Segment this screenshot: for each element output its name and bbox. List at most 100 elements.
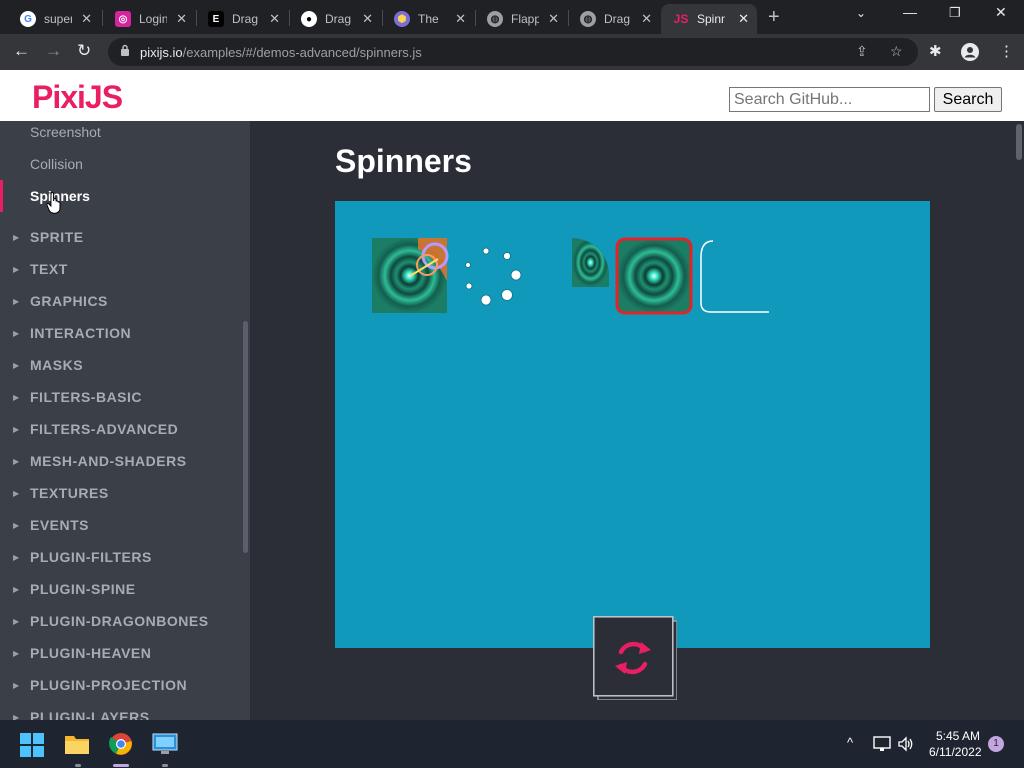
tab-title: Login <box>139 12 167 26</box>
caret-right-icon: ▶ <box>13 456 20 466</box>
reload-example-button[interactable] <box>593 616 677 700</box>
close-icon[interactable]: ✕ <box>269 11 280 27</box>
volume-icon[interactable] <box>897 736 915 752</box>
spinners-canvas[interactable] <box>335 201 930 648</box>
extensions-icon[interactable]: ✱ <box>929 42 942 60</box>
sidebar-category-sprite[interactable]: ▶ SPRITE <box>0 221 240 253</box>
network-icon[interactable] <box>873 736 891 752</box>
sidebar-item-collision[interactable]: Collision <box>30 156 83 172</box>
chrome-icon[interactable] <box>109 732 133 756</box>
search-button[interactable]: Search <box>934 87 1002 112</box>
forward-arrow-icon[interactable]: → <box>45 41 62 61</box>
globe-icon: ◍ <box>487 11 503 27</box>
share-icon[interactable]: ⇪ <box>856 43 868 60</box>
sidebar-category-events[interactable]: ▶ EVENTS <box>0 509 240 541</box>
caret-right-icon: ▶ <box>13 520 20 530</box>
close-icon[interactable]: ✕ <box>548 11 559 27</box>
tab-title: Drag <box>232 12 259 26</box>
browser-tab[interactable]: E Drag ✕ <box>196 4 288 34</box>
close-icon[interactable]: ✕ <box>176 11 187 27</box>
sidebar-category-plugin-heaven[interactable]: ▶ PLUGIN-HEAVEN <box>0 637 240 669</box>
spinner-2 <box>465 247 522 306</box>
remote-desktop-icon[interactable] <box>152 733 178 755</box>
caret-right-icon: ▶ <box>13 552 20 562</box>
restore-button[interactable]: ❐ <box>949 5 961 21</box>
sidebar-category-interaction[interactable]: ▶ INTERACTION <box>0 317 240 349</box>
new-tab-button[interactable]: + <box>768 6 780 29</box>
windows-start-icon[interactable] <box>20 733 44 757</box>
close-icon[interactable]: ✕ <box>362 11 373 27</box>
spinner-5 <box>700 240 769 313</box>
sidebar-category-mesh-and-shaders[interactable]: ▶ MESH-AND-SHADERS <box>0 445 240 477</box>
tray-chevron-up-icon[interactable]: ^ <box>847 735 853 750</box>
clock-date[interactable]: 6/11/2022 <box>929 745 982 759</box>
browser-tab[interactable]: ⬢ The ✕ <box>382 4 474 34</box>
lock-icon <box>121 44 129 56</box>
sidebar-category-plugin-projection[interactable]: ▶ PLUGIN-PROJECTION <box>0 669 240 701</box>
spinner-4 <box>615 237 693 315</box>
sidebar-category-textures[interactable]: ▶ TEXTURES <box>0 477 240 509</box>
examples-sidebar: Screenshot Collision Spinners ▶ SPRITE ▶ T… <box>0 121 250 720</box>
sidebar-item-screenshot[interactable]: Screenshot <box>30 124 101 140</box>
sidebar-category-graphics[interactable]: ▶ GRAPHICS <box>0 285 240 317</box>
clock-time[interactable]: 5:45 AM <box>936 729 980 743</box>
back-arrow-icon[interactable]: ← <box>13 41 30 61</box>
tab-search-icon[interactable]: ⌄ <box>856 6 866 20</box>
browser-tab[interactable]: ● Drag ✕ <box>289 4 381 34</box>
browser-tab-strip: G super ✕ ◎ Login ✕ E Drag ✕ ● Drag ✕ ⬢ … <box>0 0 1024 34</box>
sidebar-category-plugin-layers[interactable]: ▶ PLUGIN-LAYERS <box>0 701 240 720</box>
instagram-icon: ◎ <box>115 11 131 27</box>
address-bar[interactable]: pixijs.io/examples/#/demos-advanced/spin… <box>108 38 918 66</box>
caret-right-icon: ▶ <box>13 648 20 658</box>
sidebar-category-filters-advanced[interactable]: ▶ FILTERS-ADVANCED <box>0 413 240 445</box>
profile-icon[interactable] <box>961 43 979 61</box>
google-icon: G <box>20 11 36 27</box>
spinner-1 <box>372 238 449 313</box>
sidebar-scrollbar[interactable] <box>243 321 248 553</box>
sidebar-category-plugin-dragonbones[interactable]: ▶ PLUGIN-DRAGONBONES <box>0 605 240 637</box>
caret-right-icon: ▶ <box>13 264 20 274</box>
globe-icon: ◍ <box>580 11 596 27</box>
sidebar-category-plugin-filters[interactable]: ▶ PLUGIN-FILTERS <box>0 541 240 573</box>
close-icon[interactable]: ✕ <box>455 11 466 27</box>
main-content: Spinners <box>250 121 1024 720</box>
tab-title: super <box>44 12 72 26</box>
site-header: PixiJS Search <box>0 70 1024 121</box>
close-window-button[interactable]: ✕ <box>995 4 1007 21</box>
star-icon[interactable]: ☆ <box>890 43 903 60</box>
caret-right-icon: ▶ <box>13 424 20 434</box>
caret-right-icon: ▶ <box>13 296 20 306</box>
caret-right-icon: ▶ <box>13 360 20 370</box>
caret-right-icon: ▶ <box>13 584 20 594</box>
pixijs-logo[interactable]: PixiJS <box>32 79 123 116</box>
caret-right-icon: ▶ <box>13 680 20 690</box>
sidebar-category-masks[interactable]: ▶ MASKS <box>0 349 240 381</box>
github-icon: ● <box>301 11 317 27</box>
reload-icon[interactable]: ↻ <box>77 41 91 61</box>
notification-badge[interactable]: 1 <box>988 736 1004 752</box>
pixijs-icon: JS <box>673 12 689 26</box>
close-icon[interactable]: ✕ <box>738 11 749 27</box>
browser-tab-active[interactable]: JS Spinn ✕ <box>661 4 757 34</box>
file-explorer-icon[interactable] <box>64 733 90 755</box>
hexagon-icon: ⬢ <box>394 11 410 27</box>
menu-icon[interactable]: ⋮ <box>999 42 1014 60</box>
sidebar-category-plugin-spine[interactable]: ▶ PLUGIN-SPINE <box>0 573 240 605</box>
page-scrollbar[interactable] <box>1016 124 1022 160</box>
minimize-button[interactable]: — <box>903 4 917 20</box>
url-text: pixijs.io/examples/#/demos-advanced/spin… <box>140 45 422 60</box>
close-icon[interactable]: ✕ <box>81 11 92 27</box>
close-icon[interactable]: ✕ <box>641 11 652 27</box>
tab-title: The <box>418 12 439 26</box>
caret-right-icon: ▶ <box>13 712 20 721</box>
active-indicator <box>0 180 3 212</box>
caret-right-icon: ▶ <box>13 328 20 338</box>
sidebar-category-text[interactable]: ▶ TEXT <box>0 253 240 285</box>
browser-tab[interactable]: G super ✕ <box>8 4 100 34</box>
caret-right-icon: ▶ <box>13 488 20 498</box>
browser-tab[interactable]: ◍ Flapp ✕ <box>475 4 567 34</box>
search-github-input[interactable] <box>729 87 930 112</box>
sidebar-category-filters-basic[interactable]: ▶ FILTERS-BASIC <box>0 381 240 413</box>
browser-tab[interactable]: ◍ Drag ✕ <box>568 4 660 34</box>
browser-tab[interactable]: ◎ Login ✕ <box>103 4 195 34</box>
